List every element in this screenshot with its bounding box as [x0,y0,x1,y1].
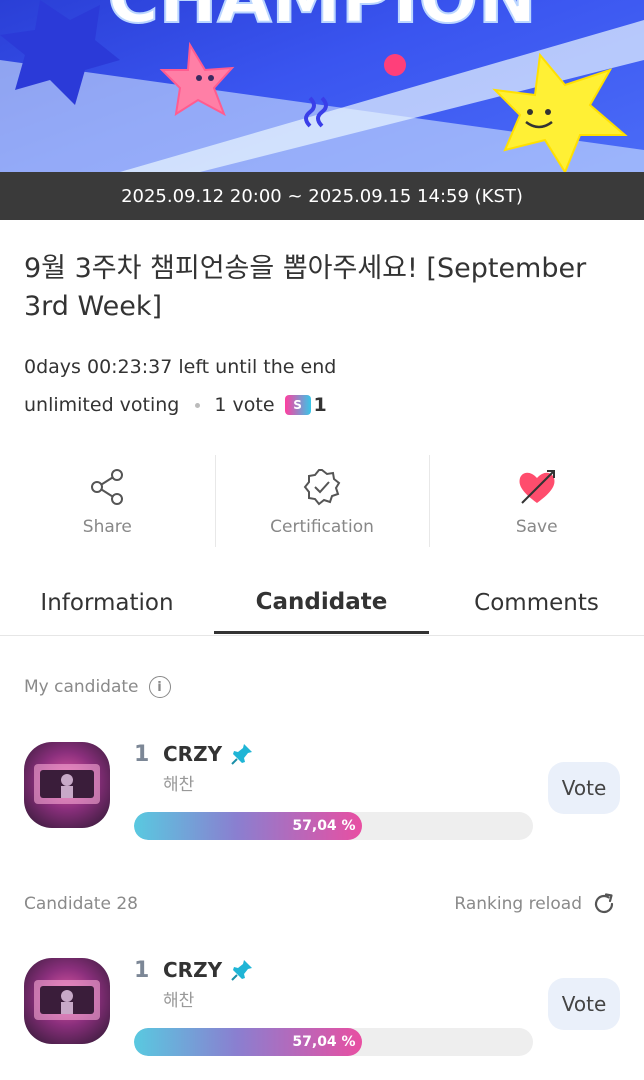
song-title: CRZY [163,742,223,766]
date-range-bar: 2025.09.12 20:00 ~ 2025.09.15 14:59 (KST… [0,172,644,220]
reload-icon [594,893,614,914]
event-banner: CHAMPION [0,0,644,172]
voting-info: unlimited voting 1 vote S 1 [24,394,327,416]
song-title: CRZY [163,958,223,982]
heart-arrow-icon [519,470,555,504]
info-icon[interactable]: i [148,676,171,698]
voting-type: unlimited voting [24,394,180,416]
candidate-row: 1 CRZY 해찬 57,04 % Vote [0,958,644,1068]
album-art [34,764,100,804]
tab-comments[interactable]: Comments [429,572,644,634]
ticket-icon: S [284,395,311,415]
ranking-reload-button[interactable]: Ranking reload [454,892,616,916]
tab-candidate[interactable]: Candidate [214,572,429,634]
my-candidate-row: 1 CRZY 해찬 57,04 % Vote [0,742,644,852]
candidate-count-label: Candidate 28 [24,894,138,914]
banner-artwork: CHAMPION [0,0,644,172]
artist-name: 해찬 [163,991,195,1011]
vote-percent-label: 57,04 % [292,1034,356,1050]
countdown-text: 0days 00:23:37 left until the end [24,356,337,378]
album-art [34,980,100,1020]
pin-icon [231,744,253,765]
ranking-reload-label: Ranking reload [454,894,582,914]
save-label: Save [515,517,558,537]
album-thumbnail[interactable] [24,742,110,828]
vote-percent-label: 57,04 % [292,818,356,834]
poll-title: 9월 3주차 챔피언송을 뽑아주세요! [September 3rd Week] [24,253,587,322]
song-title-row: CRZY [163,742,254,766]
vote-progress-fill: 57,04 % [134,812,362,840]
album-thumbnail[interactable] [24,958,110,1044]
separator-dot [195,402,201,408]
share-label: Share [82,517,132,537]
my-candidate-heading: My candidate i [24,676,171,698]
share-icon [91,469,124,505]
pin-icon [231,960,253,981]
certification-badge-icon [303,469,341,506]
save-button[interactable]: Save [429,455,644,547]
certification-label: Certification [270,517,374,537]
my-candidate-label: My candidate [24,677,139,697]
banner-title: CHAMPION [107,0,536,39]
candidate-rank: 1 [134,742,150,767]
action-row: Share Certification Save [0,455,644,547]
ticket-count: 1 [313,394,327,416]
vote-button[interactable]: Vote [548,978,620,1030]
candidate-count-heading: Candidate 28 [24,894,138,914]
vote-progress-fill: 57,04 % [134,1028,362,1056]
date-range-text: 2025.09.12 20:00 ~ 2025.09.15 14:59 (KST… [121,185,523,207]
artist-name: 해찬 [163,775,195,795]
tab-bar: Information Candidate Comments [0,572,644,636]
vote-progress-bar: 57,04 % [134,812,533,840]
share-button[interactable]: Share [0,455,215,547]
song-title-row: CRZY [163,958,254,982]
vote-cost: 1 vote [214,394,275,416]
vote-progress-bar: 57,04 % [134,1028,533,1056]
tab-information[interactable]: Information [0,572,214,634]
certification-button[interactable]: Certification [214,455,430,547]
candidate-rank: 1 [134,958,150,983]
vote-button[interactable]: Vote [548,762,620,814]
